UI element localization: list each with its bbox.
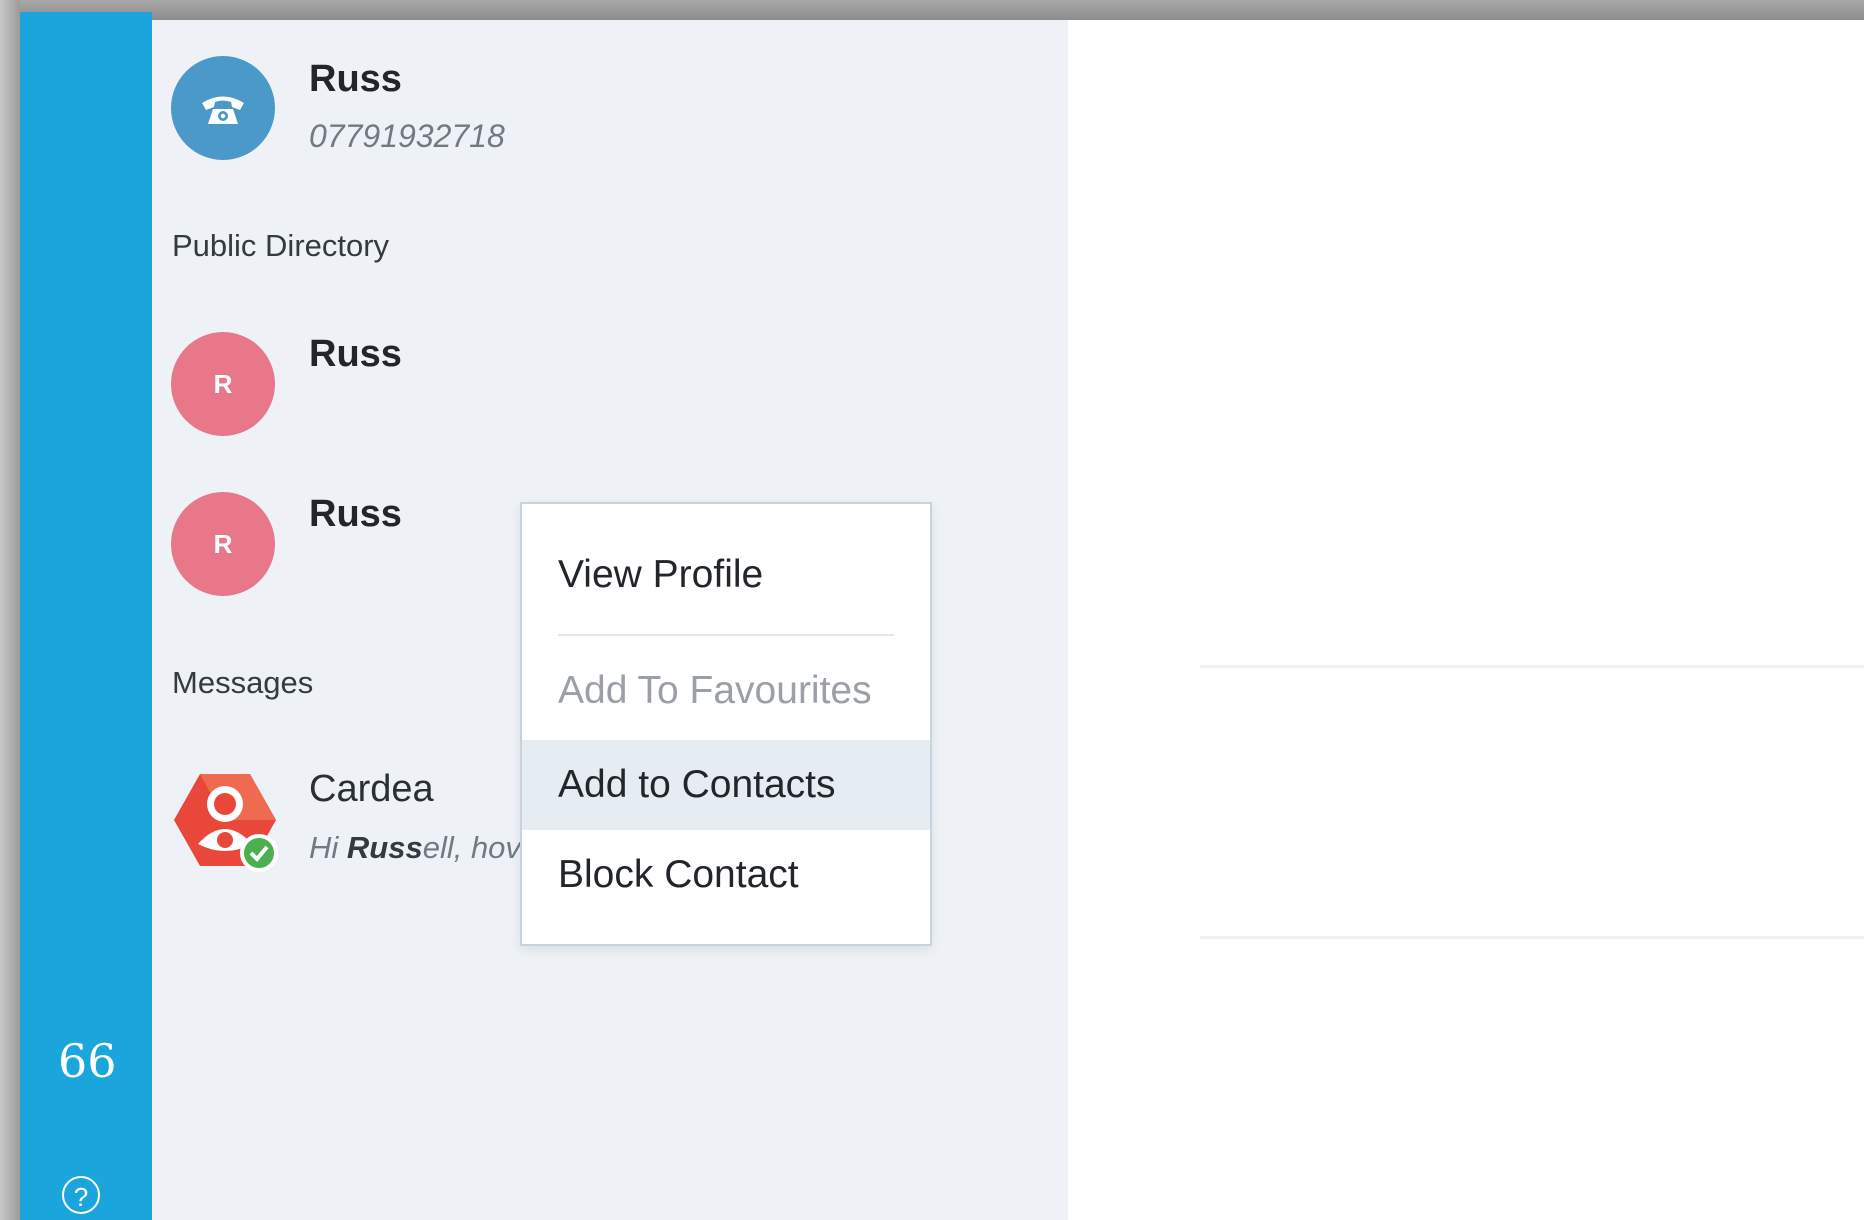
message-preview: Hi Russell, hov [309,830,521,866]
directory-item-name: Russ [309,333,402,375]
message-preview-suffix: ell, hov [422,830,521,865]
message-sender-name: Cardea [309,768,434,810]
phone-result-number: 07791932718 [309,118,505,154]
contact-avatar: R [171,492,275,596]
app-window: 66 ? Russ 07791932718 Public Directory R… [0,0,1864,1220]
menu-item-add-to-contacts[interactable]: Add to Contacts [522,740,930,830]
menu-item-block-contact[interactable]: Block Contact [522,830,930,920]
phone-avatar [171,56,275,160]
main-divider [1200,665,1864,668]
messages-heading: Messages [172,665,314,700]
online-status-icon [240,834,278,872]
nav-rail: 66 ? [20,12,152,1220]
window-top-border [0,0,1864,20]
phone-icon [202,96,244,124]
menu-item-add-to-favourites[interactable]: Add To Favourites [522,646,930,736]
directory-item-name: Russ [309,493,402,535]
contact-avatar: R [171,332,275,436]
help-icon[interactable]: ? [62,1176,100,1214]
context-menu: View Profile Add To Favourites Add to Co… [520,502,932,946]
menu-separator [558,634,894,636]
main-divider [1200,936,1864,939]
main-pane [1068,20,1864,1220]
message-preview-prefix: Hi [309,830,347,865]
public-directory-heading: Public Directory [172,228,390,263]
cardea-logo-icon [174,774,278,872]
menu-item-view-profile[interactable]: View Profile [522,530,930,620]
message-preview-highlight: Russ [346,830,423,865]
window-left-border [0,0,20,1220]
phone-result-name: Russ [309,58,402,100]
quote-icon[interactable]: 66 [58,1036,117,1086]
